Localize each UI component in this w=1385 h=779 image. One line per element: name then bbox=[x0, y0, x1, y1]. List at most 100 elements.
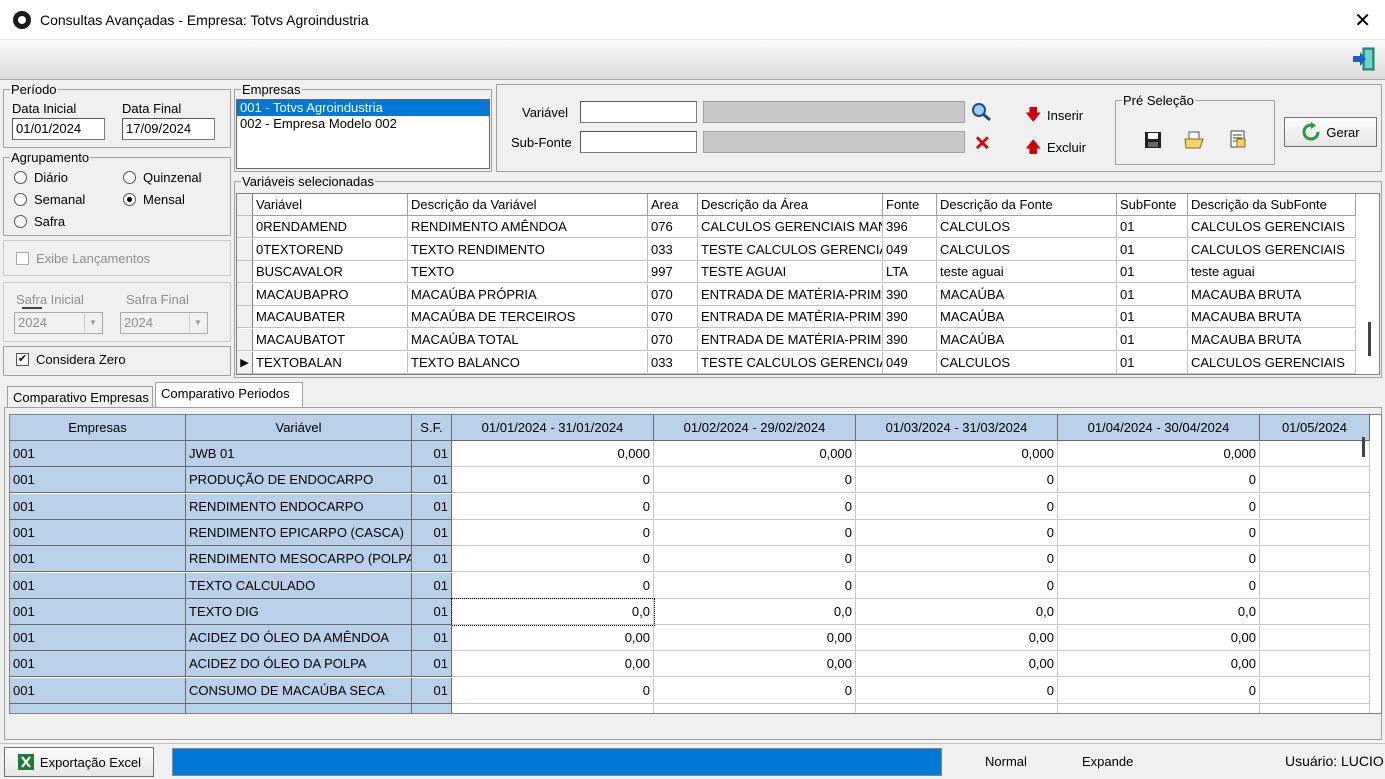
table-cell[interactable]: 070 bbox=[648, 283, 698, 306]
table-cell[interactable]: 01 bbox=[1117, 306, 1188, 329]
table-cell[interactable]: MACAUBA BRUTA bbox=[1188, 283, 1356, 306]
table-cell[interactable]: TESTE CALCULOS GERENCIA bbox=[698, 351, 883, 374]
table-cell[interactable] bbox=[1260, 598, 1370, 625]
column-header[interactable]: 01/02/2024 - 29/02/2024 bbox=[654, 415, 856, 441]
excluir-button[interactable]: Excluir bbox=[1047, 140, 1086, 155]
table-cell[interactable]: 01 bbox=[1117, 329, 1188, 351]
radio-safra[interactable] bbox=[14, 215, 27, 228]
table-cell[interactable]: 001 bbox=[10, 651, 186, 678]
table-cell[interactable]: 01 bbox=[1117, 261, 1188, 284]
column-header[interactable]: Fonte bbox=[883, 194, 937, 216]
table-cell[interactable]: 076 bbox=[648, 216, 698, 238]
table-cell[interactable] bbox=[1260, 546, 1370, 573]
table-cell[interactable]: 0 bbox=[452, 572, 654, 599]
table-cell[interactable]: MACAÚBA DE TERCEIROS bbox=[408, 306, 648, 329]
radio-semanal[interactable] bbox=[14, 193, 27, 206]
scrollbar-thumb[interactable] bbox=[22, 307, 42, 309]
row-indicator[interactable]: ▶ bbox=[237, 351, 253, 374]
table-cell[interactable]: 0RENDAMEND bbox=[253, 216, 408, 238]
table-cell[interactable]: ACIDEZ DO ÓLEO DA AMÊNDOA bbox=[186, 625, 412, 652]
table-cell[interactable]: 390 bbox=[883, 283, 937, 306]
table-cell[interactable]: 0 bbox=[452, 519, 654, 546]
column-header[interactable]: Descrição da Área bbox=[698, 194, 883, 216]
table-cell[interactable]: TEXTOBALAN bbox=[253, 351, 408, 374]
considera-zero-checkbox[interactable]: ✔ bbox=[16, 353, 29, 366]
table-cell[interactable]: 070 bbox=[648, 329, 698, 351]
table-cell[interactable]: 0,0 bbox=[654, 598, 856, 625]
table-cell[interactable]: 0 bbox=[654, 546, 856, 573]
table-cell[interactable] bbox=[1260, 677, 1370, 704]
table-cell[interactable]: MACAÚBA TOTAL bbox=[408, 329, 648, 351]
empresa-item[interactable]: 002 - Empresa Modelo 002 bbox=[237, 116, 489, 132]
column-header[interactable]: Variável bbox=[186, 415, 412, 441]
table-cell[interactable]: 396 bbox=[883, 216, 937, 238]
table-cell[interactable] bbox=[1260, 467, 1370, 494]
row-indicator[interactable] bbox=[237, 238, 253, 261]
comparativo-grid[interactable]: Empresas Variável S.F. 01/01/2024 - 31/01/2… bbox=[9, 414, 1382, 714]
edit-document-icon[interactable] bbox=[1228, 129, 1248, 149]
table-cell[interactable]: 01 bbox=[412, 598, 452, 625]
table-cell[interactable]: TEXTO CALCULADO bbox=[186, 572, 412, 599]
table-cell[interactable]: 0 bbox=[1058, 519, 1260, 546]
table-cell[interactable] bbox=[1260, 519, 1370, 546]
table-cell[interactable]: 001 bbox=[10, 625, 186, 652]
column-header[interactable]: Empresas bbox=[10, 415, 186, 441]
table-cell[interactable]: 049 bbox=[883, 238, 937, 261]
table-cell[interactable]: 0 bbox=[1058, 677, 1260, 704]
table-cell[interactable]: 0,0 bbox=[856, 598, 1058, 625]
table-cell[interactable]: 997 bbox=[648, 261, 698, 284]
table-cell[interactable]: 0 bbox=[654, 519, 856, 546]
table-cell[interactable]: CONSUMO DE MACAÚBA SECA bbox=[186, 677, 412, 704]
table-cell[interactable]: 001 bbox=[10, 677, 186, 704]
table-cell[interactable]: 0,00 bbox=[1058, 651, 1260, 678]
save-icon[interactable] bbox=[1144, 131, 1162, 149]
table-cell[interactable]: MACAUBAPRO bbox=[253, 283, 408, 306]
exibe-lancamentos-checkbox[interactable] bbox=[16, 252, 29, 265]
table-cell[interactable]: 0 bbox=[856, 572, 1058, 599]
table-cell[interactable]: ENTRADA DE MATÉRIA-PRIM bbox=[698, 306, 883, 329]
table-cell[interactable]: 001 bbox=[10, 467, 186, 494]
column-header[interactable]: 01/01/2024 - 31/01/2024 bbox=[452, 415, 654, 441]
table-cell[interactable]: 0,00 bbox=[856, 625, 1058, 652]
table-cell[interactable]: 390 bbox=[883, 306, 937, 329]
table-cell[interactable]: 01 bbox=[412, 625, 452, 652]
row-indicator[interactable] bbox=[237, 306, 253, 329]
table-cell[interactable] bbox=[1260, 441, 1370, 467]
table-cell[interactable]: 0 bbox=[654, 572, 856, 599]
radio-quinzenal[interactable] bbox=[123, 171, 136, 184]
column-header[interactable]: Area bbox=[648, 194, 698, 216]
column-header[interactable]: SubFonte bbox=[1117, 194, 1188, 216]
open-folder-icon[interactable] bbox=[1184, 131, 1204, 149]
table-cell[interactable]: 049 bbox=[883, 351, 937, 374]
row-indicator[interactable] bbox=[237, 261, 253, 284]
table-cell[interactable]: CALCULOS bbox=[937, 351, 1117, 374]
column-header[interactable]: Descrição da Variável bbox=[408, 194, 648, 216]
table-cell[interactable]: CALCULOS bbox=[937, 216, 1117, 238]
empresas-list[interactable]: 001 - Totvs Agroindustria 002 - Empresa … bbox=[236, 99, 490, 169]
table-cell[interactable]: 01 bbox=[412, 441, 452, 467]
table-cell[interactable]: 01 bbox=[412, 546, 452, 573]
table-cell[interactable]: 033 bbox=[648, 238, 698, 261]
safra-final-select[interactable]: 2024 ▼ bbox=[120, 312, 208, 334]
table-cell[interactable]: CALCULOS GERENCIAIS bbox=[1188, 238, 1356, 261]
column-header[interactable]: 01/03/2024 - 31/03/2024 bbox=[856, 415, 1058, 441]
table-cell[interactable]: 0,00 bbox=[856, 651, 1058, 678]
table-cell[interactable]: 01 bbox=[412, 651, 452, 678]
table-cell[interactable]: 01 bbox=[412, 572, 452, 599]
empresa-item[interactable]: 001 - Totvs Agroindustria bbox=[237, 100, 489, 116]
column-header[interactable]: Descrição da Fonte bbox=[937, 194, 1117, 216]
table-cell[interactable]: 0 bbox=[856, 546, 1058, 573]
table-cell[interactable]: 390 bbox=[883, 329, 937, 351]
column-header[interactable]: 01/05/2024 bbox=[1260, 415, 1370, 441]
search-icon[interactable] bbox=[971, 102, 993, 122]
table-cell[interactable]: 01 bbox=[412, 467, 452, 494]
table-cell[interactable]: MACAÚBA PRÓPRIA bbox=[408, 283, 648, 306]
table-cell[interactable]: 0,000 bbox=[1058, 441, 1260, 467]
table-cell[interactable]: TEXTO BALANCO bbox=[408, 351, 648, 374]
table-cell[interactable]: 0 bbox=[452, 493, 654, 520]
table-cell[interactable]: MACAUBA BRUTA bbox=[1188, 306, 1356, 329]
table-cell[interactable]: MACAÚBA bbox=[937, 283, 1117, 306]
table-cell[interactable]: 001 bbox=[10, 493, 186, 520]
table-cell[interactable] bbox=[1260, 572, 1370, 599]
tab-comparativo-periodos[interactable]: Comparativo Periodos bbox=[155, 382, 303, 408]
